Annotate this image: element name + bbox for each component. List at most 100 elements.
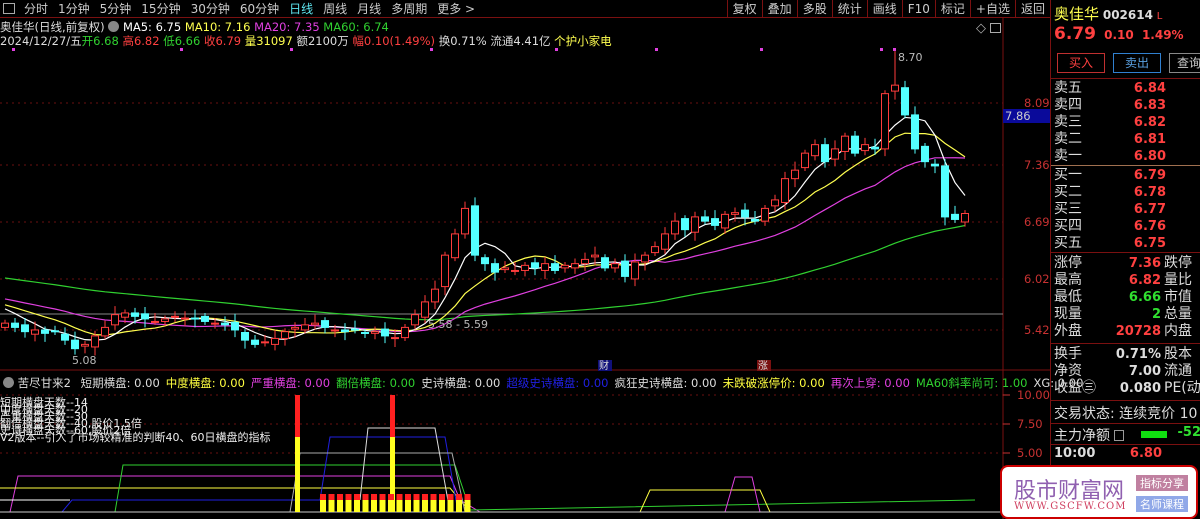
indicator-value-6: 疯狂史诗横盘: 0.00 bbox=[614, 376, 717, 390]
candle bbox=[111, 306, 119, 330]
y-tick-label: 6.02 bbox=[1024, 272, 1050, 286]
indicator-name[interactable]: 苦尽甘来2 bbox=[18, 376, 71, 390]
row-label: 买一 bbox=[1054, 167, 1082, 183]
candle bbox=[221, 316, 229, 331]
asks-row: 卖二 6.81 bbox=[1051, 131, 1166, 148]
event-marker-label: 财 bbox=[599, 359, 609, 372]
candle bbox=[51, 325, 59, 336]
toolbar-button-6[interactable]: 标记 bbox=[934, 0, 970, 18]
toolbar-button-2[interactable]: 多股 bbox=[796, 0, 832, 18]
row-value: 6.82 bbox=[1133, 115, 1166, 130]
query-button[interactable]: 查询 bbox=[1169, 53, 1200, 73]
toolbar-button-1[interactable]: 叠加 bbox=[761, 0, 797, 18]
ma60-line bbox=[4, 224, 966, 321]
date: 2024/12/27/五 bbox=[0, 34, 82, 48]
tab-7[interactable]: 周线 bbox=[318, 0, 352, 17]
bids-row: 买三 6.77 bbox=[1051, 201, 1166, 218]
tab-10[interactable]: 更多 > bbox=[432, 0, 480, 17]
signal-bar bbox=[295, 437, 300, 512]
event-marker-label: 涨 bbox=[758, 360, 768, 372]
sector[interactable]: 个护小家电 bbox=[554, 34, 612, 48]
toolbar-button-7[interactable]: +自选 bbox=[969, 0, 1015, 18]
sell-button[interactable]: 卖出 bbox=[1113, 53, 1161, 73]
stats2-row: 换手 0.71% 股本 bbox=[1051, 346, 1200, 363]
candle bbox=[151, 312, 159, 325]
turnover: 换0.71% bbox=[438, 34, 487, 48]
watermark-logo: 股市财富网 WWW.GSCFW.COM 指标分享 名师课程 bbox=[1000, 465, 1198, 519]
ma10-value: MA10: 7.16 bbox=[184, 20, 251, 34]
candle bbox=[441, 251, 449, 296]
dropdown-icon[interactable] bbox=[3, 377, 14, 388]
toolbar-button-4[interactable]: 画线 bbox=[866, 0, 902, 18]
candle bbox=[141, 307, 149, 328]
row-label: 收益㊂ bbox=[1054, 380, 1096, 396]
vol-value: 31097 bbox=[256, 34, 293, 48]
indicator-value-2: 严重横盘: 0.00 bbox=[250, 376, 331, 390]
indicator-y-label: 5.00 bbox=[1017, 446, 1043, 460]
toolbar-button-5[interactable]: F10 bbox=[901, 0, 935, 18]
panel-toggle-icon[interactable] bbox=[3, 3, 15, 14]
tab-8[interactable]: 月线 bbox=[352, 0, 386, 17]
candle bbox=[481, 254, 489, 271]
layout-icon[interactable] bbox=[990, 23, 1001, 33]
indicator-note: V2版本--引入了市场较精准的判断40、60日横盘的指标 bbox=[0, 431, 271, 444]
tab-6[interactable]: 日线 bbox=[284, 0, 318, 17]
signal-dot bbox=[880, 48, 883, 51]
toolbar-button-3[interactable]: 统计 bbox=[831, 0, 867, 18]
y-tick-label: 8.09 bbox=[1024, 96, 1050, 110]
tab-0[interactable]: 分时 bbox=[19, 0, 53, 17]
signal-bar bbox=[405, 500, 411, 512]
indicator-value-8: 再次上穿: 0.00 bbox=[830, 376, 910, 390]
candle bbox=[251, 335, 259, 348]
tab-9[interactable]: 多周期 bbox=[386, 0, 432, 17]
stats2-row: 净资 7.00 流通 bbox=[1051, 363, 1200, 380]
signal-bar bbox=[345, 500, 352, 512]
signal-bar bbox=[396, 494, 403, 500]
candle bbox=[961, 210, 969, 227]
stats2-row: 收益㊂ 0.080 PE(动 bbox=[1051, 380, 1200, 397]
signal-bar bbox=[447, 494, 454, 500]
tab-2[interactable]: 5分钟 bbox=[95, 0, 137, 17]
signal-bar bbox=[430, 494, 437, 500]
last-price: 6.79 bbox=[1054, 24, 1096, 44]
tab-3[interactable]: 15分钟 bbox=[136, 0, 185, 17]
main-net-label: 主力净额 bbox=[1054, 428, 1110, 444]
signal-bar bbox=[379, 500, 386, 512]
main-net-value: -52 bbox=[1177, 425, 1200, 440]
tab-1[interactable]: 1分钟 bbox=[53, 0, 95, 17]
price-pct: 1.49% bbox=[1141, 28, 1184, 42]
tab-5[interactable]: 60分钟 bbox=[235, 0, 284, 17]
dropdown-icon[interactable] bbox=[108, 21, 120, 32]
row-value: 6.82 bbox=[1128, 273, 1161, 288]
signal-bar bbox=[345, 494, 352, 500]
candle bbox=[561, 261, 569, 273]
signal-bar bbox=[422, 494, 428, 500]
close-value: 6.79 bbox=[215, 34, 242, 48]
signal-bar bbox=[405, 494, 411, 500]
price-annotation: 8.70 bbox=[898, 51, 923, 64]
y-tick-label: 5.42 bbox=[1024, 323, 1050, 337]
toolbar-button-0[interactable]: 复权 bbox=[726, 0, 762, 18]
diamond-icon[interactable]: ◇ bbox=[976, 21, 986, 36]
candle bbox=[521, 261, 529, 277]
candle bbox=[781, 171, 789, 210]
indicator-value-0: 短期横盘: 0.00 bbox=[80, 376, 160, 390]
price-annotation: 5.58 - 5.59 bbox=[428, 318, 488, 331]
signal-bar bbox=[413, 494, 420, 500]
signal-bar bbox=[464, 500, 471, 512]
tab-4[interactable]: 30分钟 bbox=[186, 0, 235, 17]
buy-button[interactable]: 买入 bbox=[1057, 53, 1105, 73]
list-icon[interactable] bbox=[1114, 430, 1125, 441]
candle bbox=[301, 318, 309, 334]
indicator-value-7: 未跌破涨停价: 0.00 bbox=[722, 376, 825, 390]
indicator-value-9: MA60斜率尚可: 1.00 bbox=[915, 376, 1028, 390]
signal-bar bbox=[464, 494, 471, 500]
candle bbox=[41, 326, 49, 342]
candle bbox=[611, 258, 619, 273]
cursor-price: 7.86 bbox=[1003, 109, 1050, 123]
candle bbox=[931, 159, 939, 174]
toolbar-button-8[interactable]: 返回 bbox=[1014, 0, 1050, 18]
candle bbox=[951, 205, 959, 223]
candle bbox=[651, 241, 659, 256]
row-right-label: 总量 bbox=[1164, 306, 1192, 322]
